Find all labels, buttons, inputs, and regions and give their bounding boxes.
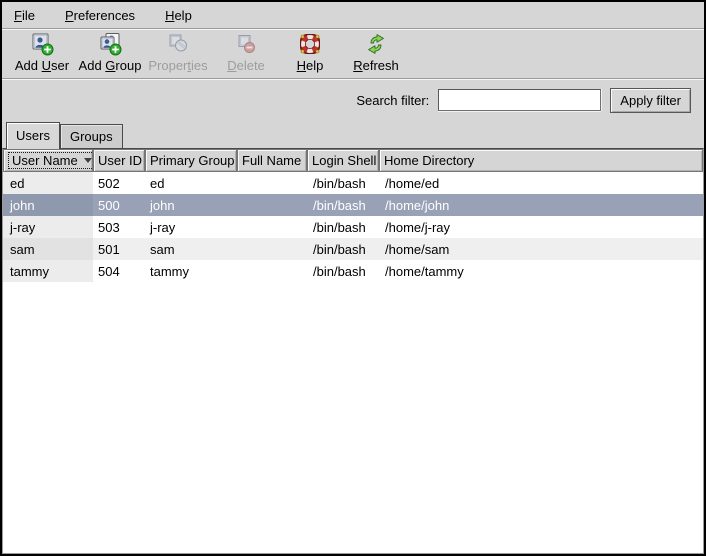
column-header-login-shell[interactable]: Login Shell bbox=[307, 149, 379, 172]
apply-filter-button[interactable]: Apply filter bbox=[610, 88, 691, 113]
tab-strip: Users Groups bbox=[2, 120, 704, 148]
table-row-ed[interactable]: ed 502 ed /bin/bash /home/ed bbox=[3, 172, 703, 194]
help-icon bbox=[298, 32, 322, 56]
table-row-tammy[interactable]: tammy 504 tammy /bin/bash /home/tammy bbox=[3, 260, 703, 282]
column-header-home-directory[interactable]: Home Directory bbox=[379, 149, 703, 172]
properties-icon bbox=[166, 32, 190, 56]
column-header-full-name[interactable]: Full Name bbox=[237, 149, 307, 172]
add-user-button[interactable]: Add User bbox=[8, 32, 76, 76]
add-group-button[interactable]: Add Group bbox=[76, 32, 144, 76]
properties-button: Properties bbox=[144, 32, 212, 76]
add-group-label: Add Group bbox=[79, 59, 142, 73]
tab-groups[interactable]: Groups bbox=[60, 124, 123, 148]
delete-icon bbox=[234, 32, 258, 56]
search-filter-row: Search filter: Apply filter bbox=[2, 80, 704, 120]
refresh-icon bbox=[364, 32, 388, 56]
menu-help[interactable]: Help bbox=[163, 6, 194, 25]
add-user-icon bbox=[30, 32, 54, 56]
menu-bar: File Preferences Help bbox=[2, 2, 704, 28]
add-group-icon bbox=[98, 32, 122, 56]
tab-users[interactable]: Users bbox=[6, 122, 60, 149]
search-filter-label: Search filter: bbox=[356, 93, 429, 108]
menu-file[interactable]: File bbox=[12, 6, 37, 25]
refresh-label: Refresh bbox=[353, 59, 399, 73]
user-manager-window: File Preferences Help Add User bbox=[0, 0, 706, 556]
toolbar: Add User Add Group bbox=[2, 30, 704, 78]
delete-button: Delete bbox=[212, 32, 280, 76]
help-label: Help bbox=[297, 59, 324, 73]
help-button[interactable]: Help bbox=[280, 32, 340, 76]
table-row-j-ray[interactable]: j-ray 503 j-ray /bin/bash /home/j-ray bbox=[3, 216, 703, 238]
add-user-label: Add User bbox=[15, 59, 69, 73]
delete-label: Delete bbox=[227, 59, 265, 73]
users-table: User Name User ID Primary Group Full Nam… bbox=[2, 148, 704, 554]
column-header-primary-group[interactable]: Primary Group bbox=[145, 149, 237, 172]
table-row-john-selected[interactable]: john 500 john /bin/bash /home/john bbox=[3, 194, 703, 216]
properties-label: Properties bbox=[148, 59, 207, 73]
table-header-row: User Name User ID Primary Group Full Nam… bbox=[3, 149, 703, 172]
search-filter-input[interactable] bbox=[438, 89, 601, 111]
column-header-user-name[interactable]: User Name bbox=[3, 149, 93, 172]
table-row-sam[interactable]: sam 501 sam /bin/bash /home/sam bbox=[3, 238, 703, 260]
menu-preferences[interactable]: Preferences bbox=[63, 6, 137, 25]
sort-descending-icon bbox=[84, 158, 92, 163]
column-header-user-id[interactable]: User ID bbox=[93, 149, 145, 172]
refresh-button[interactable]: Refresh bbox=[340, 32, 412, 76]
